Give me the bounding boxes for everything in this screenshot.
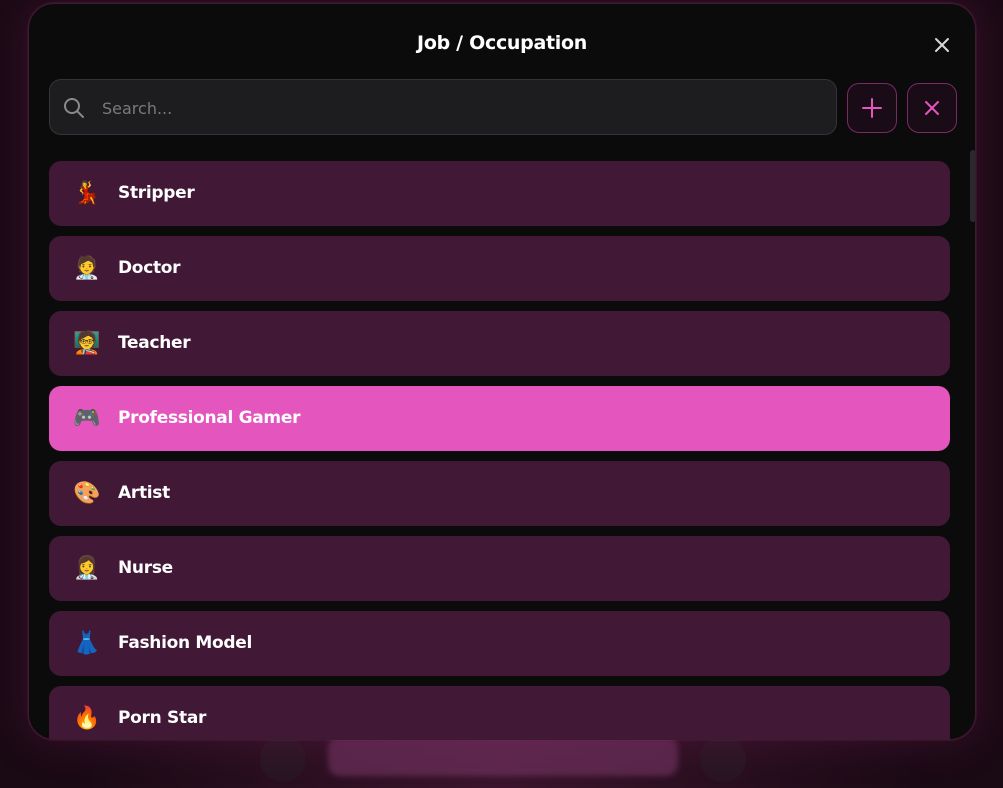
list-item-nurse[interactable]: 👩‍⚕️ Nurse bbox=[49, 536, 950, 601]
fire-icon: 🔥 bbox=[73, 706, 101, 731]
dress-icon: 👗 bbox=[73, 631, 101, 656]
nurse-icon: 👩‍⚕️ bbox=[73, 556, 101, 581]
plus-icon bbox=[862, 98, 882, 118]
list-item-label: Artist bbox=[118, 483, 170, 503]
list-item-porn-star[interactable]: 🔥 Porn Star bbox=[49, 686, 950, 739]
list-item-label: Teacher bbox=[118, 333, 191, 353]
backdrop-primary-button bbox=[328, 736, 678, 776]
list-item-label: Doctor bbox=[118, 258, 181, 278]
list-item-label: Nurse bbox=[118, 558, 173, 578]
modal-title: Job / Occupation bbox=[417, 32, 587, 54]
close-modal-button[interactable] bbox=[929, 32, 955, 58]
backdrop-left-button bbox=[260, 736, 306, 782]
occupation-modal: Job / Occupation 💃 Stripper 🧑‍⚕️ Doctor bbox=[28, 3, 976, 740]
backdrop-right-button bbox=[700, 736, 746, 782]
list-item-label: Stripper bbox=[118, 183, 195, 203]
dancer-icon: 💃 bbox=[73, 181, 101, 206]
teacher-icon: 🧑‍🏫 bbox=[73, 331, 101, 356]
clear-search-button[interactable] bbox=[907, 83, 957, 133]
list-item-teacher[interactable]: 🧑‍🏫 Teacher bbox=[49, 311, 950, 376]
list-scrollbar[interactable] bbox=[970, 150, 975, 730]
list-item-stripper[interactable]: 💃 Stripper bbox=[49, 161, 950, 226]
close-icon bbox=[925, 101, 939, 115]
palette-icon: 🎨 bbox=[73, 481, 101, 506]
list-item-label: Fashion Model bbox=[118, 633, 253, 653]
scrollbar-thumb[interactable] bbox=[970, 150, 975, 222]
search-box[interactable] bbox=[49, 79, 837, 136]
search-input[interactable] bbox=[100, 80, 824, 136]
list-item-fashion-model[interactable]: 👗 Fashion Model bbox=[49, 611, 950, 676]
doctor-icon: 🧑‍⚕️ bbox=[73, 256, 101, 281]
list-item-professional-gamer[interactable]: 🎮 Professional Gamer bbox=[49, 386, 950, 451]
list-item-doctor[interactable]: 🧑‍⚕️ Doctor bbox=[49, 236, 950, 301]
game-controller-icon: 🎮 bbox=[73, 406, 101, 431]
close-icon bbox=[935, 38, 949, 52]
list-item-label: Porn Star bbox=[118, 708, 207, 728]
search-icon bbox=[64, 98, 84, 118]
list-item-artist[interactable]: 🎨 Artist bbox=[49, 461, 950, 526]
add-occupation-button[interactable] bbox=[847, 83, 897, 133]
list-item-label: Professional Gamer bbox=[118, 408, 301, 428]
